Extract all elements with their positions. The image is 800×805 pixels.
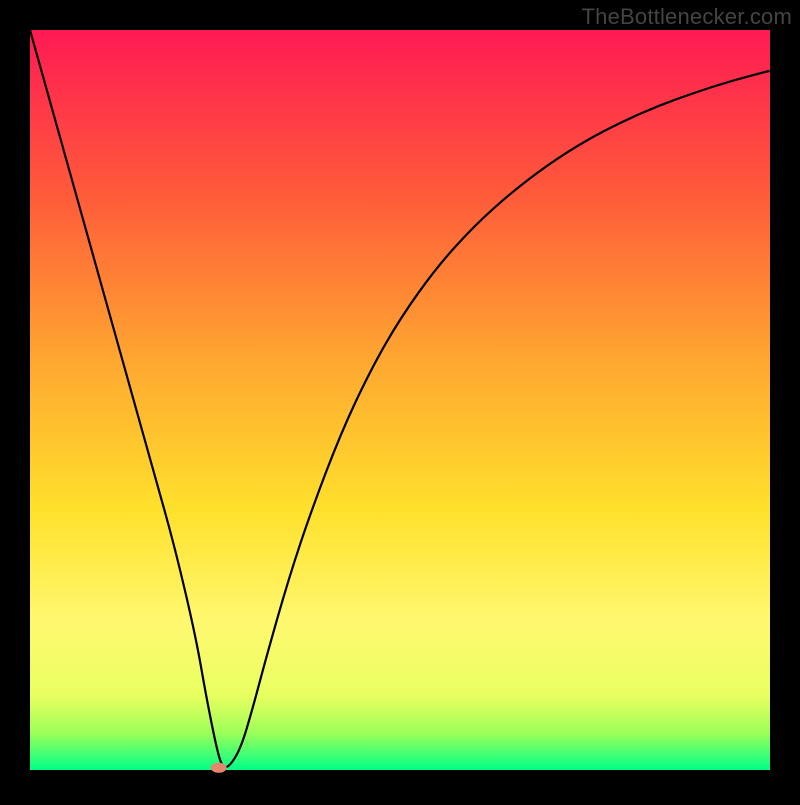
chart-svg <box>0 0 800 800</box>
bottleneck-chart <box>0 0 800 800</box>
watermark-text: TheBottlenecker.com <box>582 4 792 30</box>
optimal-point-marker <box>211 763 227 773</box>
heatmap-background <box>30 30 770 770</box>
